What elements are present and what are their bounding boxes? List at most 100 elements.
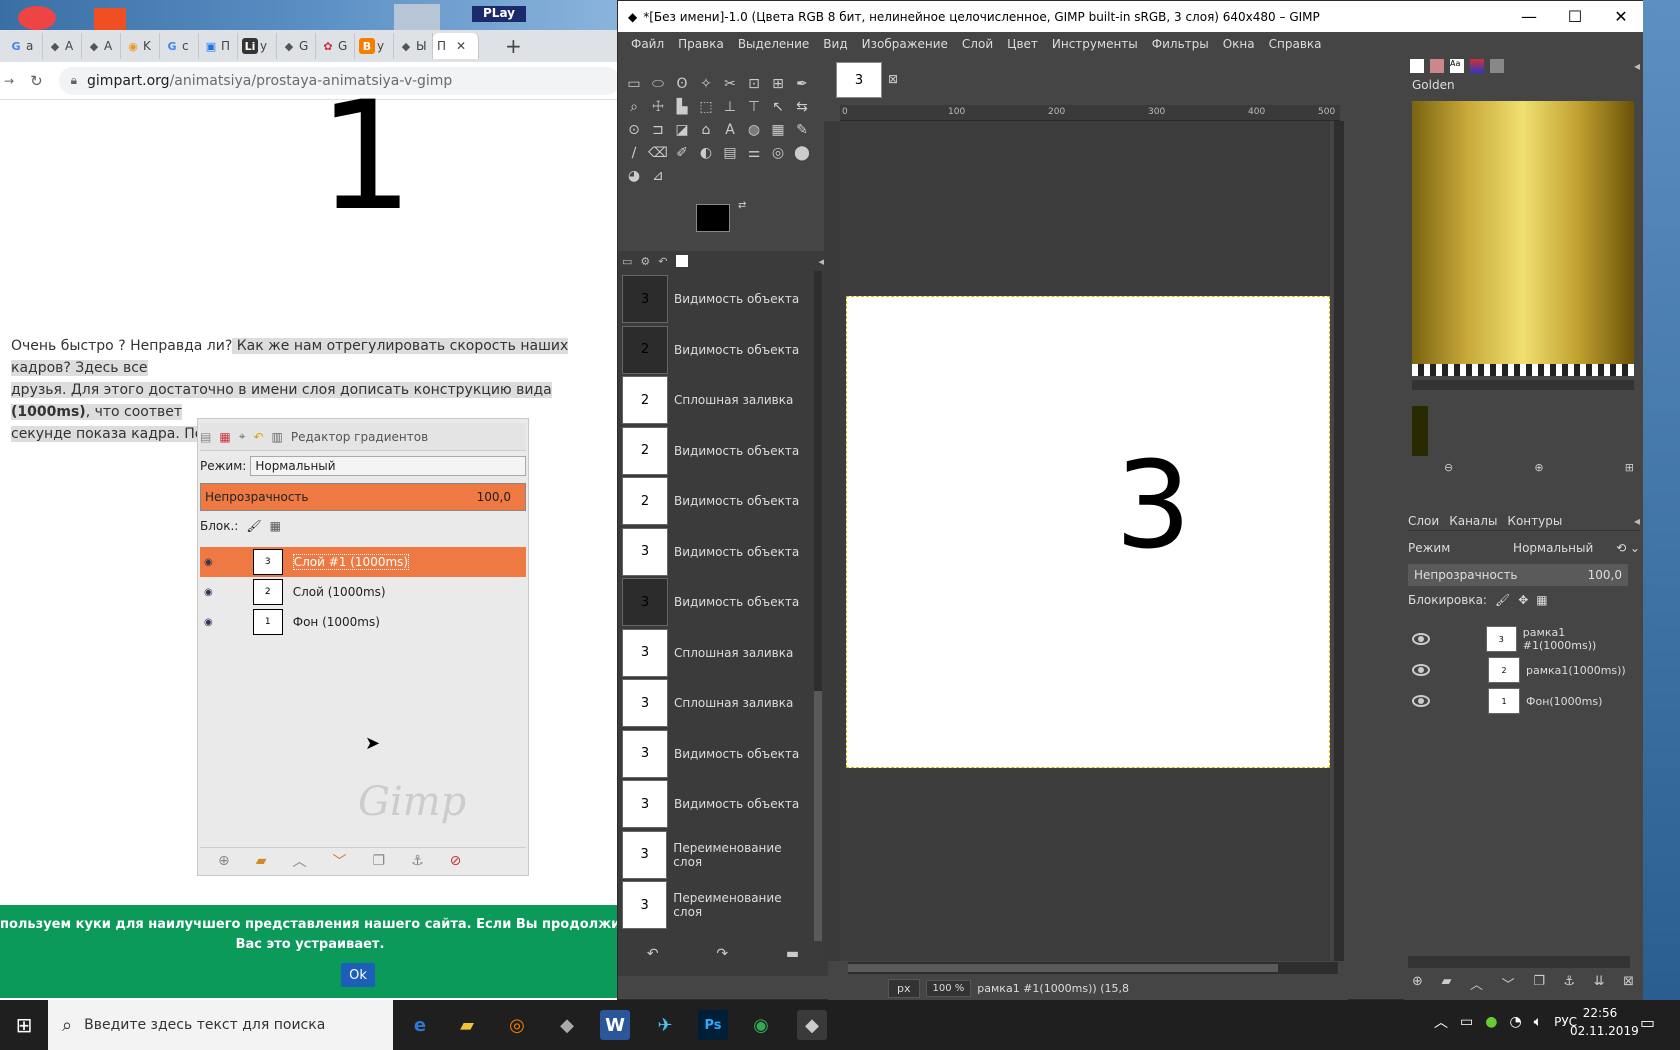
history-item[interactable]: 3 Переименование слоя <box>622 829 812 881</box>
tab-channels[interactable]: Каналы <box>1449 514 1497 528</box>
flip-icon[interactable]: ⊤ <box>744 97 764 117</box>
gradient-icon[interactable]: ▦ <box>768 120 788 140</box>
cage-icon[interactable]: ⊙ <box>624 120 644 140</box>
image-canvas[interactable]: 3 <box>846 296 1330 768</box>
play-icon-label[interactable]: PLay <box>472 6 526 22</box>
anchor-layer-icon[interactable]: ⚓︎ <box>1563 974 1575 993</box>
desktop-icon-1[interactable] <box>18 6 56 30</box>
canvas-area[interactable]: 3 <box>840 121 1330 961</box>
history-item[interactable]: 3 Сплошная заливка <box>622 677 812 729</box>
fill-icon[interactable]: ◍ <box>744 120 764 140</box>
history-scrollbar[interactable] <box>814 271 822 941</box>
undo-icon[interactable]: ↶ <box>647 946 659 962</box>
tab-layers[interactable]: Слои <box>1408 514 1439 528</box>
taskbar-search[interactable]: ⌕ Введите здесь текст для поиска <box>48 1000 393 1050</box>
fuzzy-select-icon[interactable]: ✧ <box>696 74 716 94</box>
smudge-icon[interactable]: ⚌ <box>744 143 764 163</box>
zoom-out-icon[interactable]: ⊖ <box>1444 461 1453 474</box>
foreground-select-icon[interactable]: ⊡ <box>744 74 764 94</box>
gradients-tab-icon[interactable] <box>1490 59 1504 73</box>
tray-app-icon[interactable]: ● <box>1485 1014 1497 1030</box>
history-item[interactable]: 2 Видимость объекта <box>622 324 812 376</box>
browser-tab[interactable]: ◆ A <box>82 33 121 59</box>
word-icon[interactable]: W <box>600 1010 630 1040</box>
chrome-icon[interactable]: ◉ <box>746 1010 776 1040</box>
history-item[interactable]: 2 Видимость объекта <box>622 425 812 477</box>
blur-icon[interactable]: ⬤ <box>792 143 812 163</box>
merge-layer-icon[interactable]: ⇊ <box>1594 974 1605 993</box>
volume-icon[interactable]: 🔈︎ <box>1534 1014 1542 1030</box>
desktop-icon-2[interactable] <box>94 8 126 30</box>
swap-colors-icon[interactable]: ⇄ <box>738 200 746 211</box>
wifi-icon[interactable]: ◔ <box>1509 1014 1521 1030</box>
grid-view-icon[interactable]: ⊞ <box>1625 461 1634 474</box>
history-item[interactable]: 3 Видимость объекта <box>622 576 812 628</box>
desktop-icon-3[interactable] <box>394 4 440 30</box>
browser-tab[interactable]: Gc <box>160 33 199 59</box>
align-icon[interactable]: ▙ <box>672 97 692 117</box>
gimp-active-taskbar-icon[interactable]: ◆ <box>797 1010 827 1040</box>
minimize-button[interactable]: — <box>1506 1 1552 32</box>
text-icon[interactable]: A <box>720 120 740 140</box>
menu-edit[interactable]: Правка <box>671 37 731 51</box>
crop-grid-icon[interactable]: ⊞ <box>768 74 788 94</box>
layer-row[interactable]: 1 Фон(1000ms) <box>1408 686 1638 716</box>
edge-icon[interactable]: e <box>405 1010 435 1040</box>
windows-start-icon[interactable]: ⊞ <box>0 1000 48 1050</box>
gimp-taskbar-icon[interactable]: ◆ <box>552 1010 582 1040</box>
new-layer-icon[interactable]: ⊕ <box>1412 974 1423 993</box>
history-item[interactable]: 2 Сплошная заливка <box>622 374 812 426</box>
history-item[interactable]: 3 Видимость объекта <box>622 778 812 830</box>
redo-icon[interactable]: ↷ <box>716 946 728 962</box>
lock-alpha-icon[interactable]: ▦ <box>1536 593 1547 607</box>
layer-row[interactable]: 3 рамка1 #1(1000ms)) <box>1408 624 1638 654</box>
raise-layer-icon[interactable]: ︿ <box>1470 974 1483 993</box>
unified-transform-icon[interactable]: ⊐ <box>648 120 668 140</box>
history-item[interactable]: 3 Видимость объекта <box>622 526 812 578</box>
eraser-icon[interactable]: ⌫ <box>648 143 668 163</box>
path-icon[interactable]: ✒ <box>792 74 812 94</box>
browser-tab[interactable]: ◆ A <box>43 33 82 59</box>
browser-tab[interactable]: Ga <box>4 33 43 59</box>
notifications-icon[interactable]: ▭ <box>1640 1013 1655 1032</box>
maximize-button[interactable]: ☐ <box>1552 1 1598 32</box>
ellipse-select-icon[interactable]: ⬭ <box>648 74 668 94</box>
layers-scrollbar[interactable] <box>1408 956 1630 968</box>
menu-select[interactable]: Выделение <box>731 37 816 51</box>
brushes-tab-icon[interactable] <box>1410 59 1424 73</box>
menu-filters[interactable]: Фильтры <box>1145 37 1216 51</box>
images-tab-icon[interactable] <box>675 255 688 267</box>
new-tab-button[interactable]: + <box>505 34 522 58</box>
menu-tools[interactable]: Инструменты <box>1045 37 1145 51</box>
rect-select-icon[interactable]: ▭ <box>624 74 644 94</box>
heal-icon[interactable]: ▤ <box>720 143 740 163</box>
menu-layer[interactable]: Слой <box>955 37 1000 51</box>
dodge-icon[interactable]: ◎ <box>768 143 788 163</box>
browser-tab-active[interactable]: П ✕ <box>433 33 479 59</box>
unit-select[interactable]: px <box>888 979 920 998</box>
photoshop-icon[interactable]: Ps <box>698 1010 728 1040</box>
duplicate-layer-icon[interactable]: ❐ <box>1533 974 1545 993</box>
history-item[interactable]: 3 Видимость объекта <box>622 728 812 780</box>
layer-row[interactable]: 2 рамка1(1000ms)) <box>1408 655 1638 685</box>
reload-icon[interactable]: ↻ <box>30 72 43 90</box>
mode-reset-icon[interactable]: ⟲ ⌄ <box>1616 541 1640 555</box>
clock[interactable]: 22:56 02.11.2019 <box>1570 1004 1639 1040</box>
warp-icon[interactable]: ⇆ <box>792 97 812 117</box>
eye-icon[interactable] <box>1412 633 1430 645</box>
scissors-icon[interactable]: ✂ <box>720 74 740 94</box>
gradient-preview[interactable] <box>1412 101 1634 364</box>
file-explorer-icon[interactable]: ▰ <box>452 1010 482 1040</box>
vertical-scrollbar[interactable] <box>1334 121 1344 961</box>
brush-icon[interactable]: ∕ <box>624 143 644 163</box>
menu-image[interactable]: Изображение <box>855 37 955 51</box>
device-status-tab-icon[interactable]: ⚙︎ <box>640 255 650 268</box>
palettes-tab-icon[interactable] <box>1470 59 1484 73</box>
back-arrow-icon[interactable]: → <box>4 74 14 88</box>
image-tab[interactable]: 3 <box>836 62 882 98</box>
lasso-icon[interactable]: ʘ <box>672 74 692 94</box>
gradient-stops[interactable] <box>1412 364 1634 376</box>
menu-help[interactable]: Справка <box>1262 37 1329 51</box>
browser-tab[interactable]: By <box>355 33 394 59</box>
layer-opacity-bar[interactable]: Непрозрачность 100,0 <box>1408 564 1628 586</box>
